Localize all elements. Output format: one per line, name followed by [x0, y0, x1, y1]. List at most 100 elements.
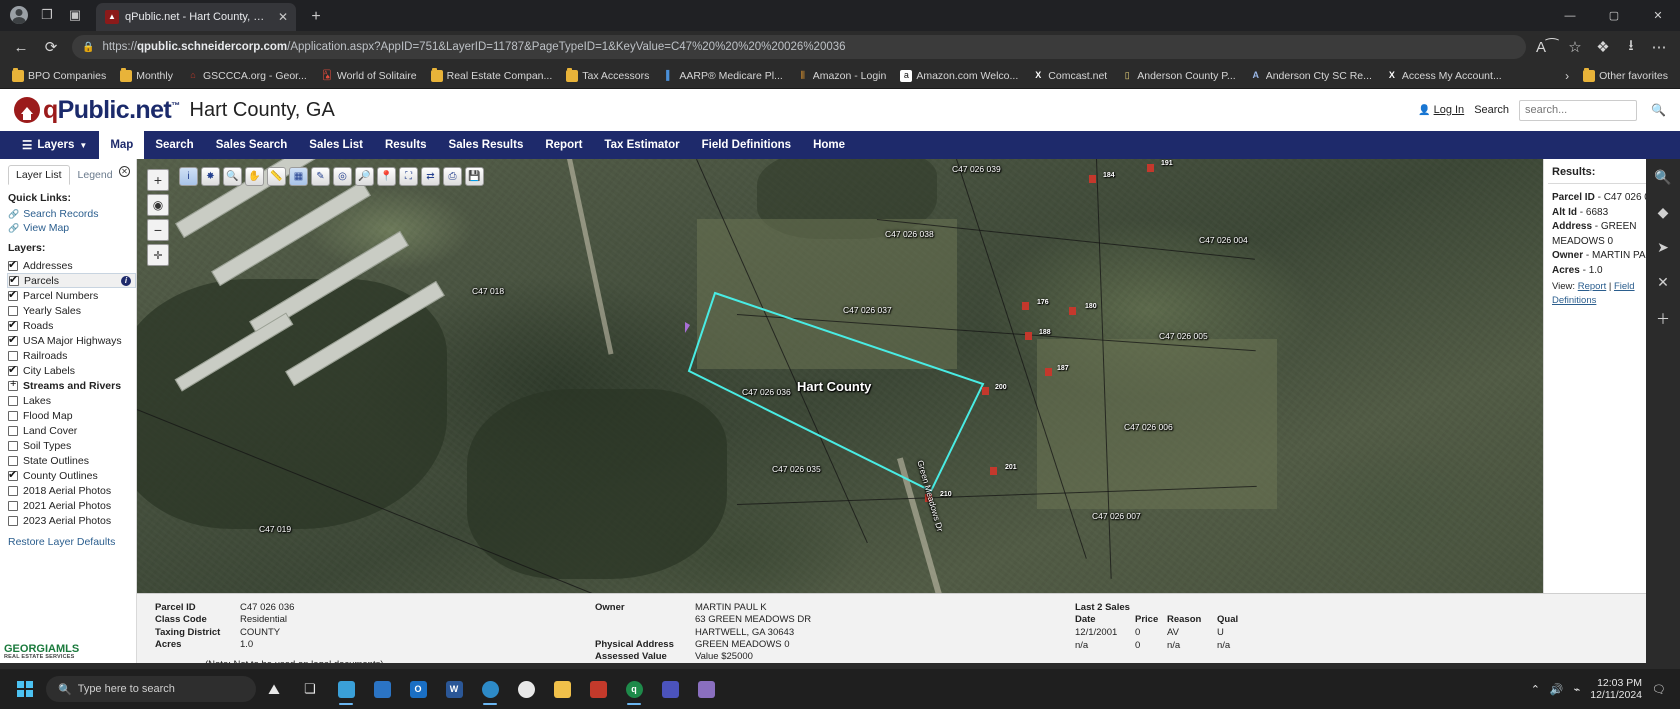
layer-info-icon[interactable]: i	[121, 275, 131, 286]
layer-item[interactable]: Railroads	[8, 348, 136, 363]
layer-checkbox[interactable]	[8, 455, 18, 466]
notifications-icon[interactable]: 🗨	[1652, 683, 1666, 696]
layer-checkbox[interactable]	[8, 395, 18, 406]
reload-icon[interactable]: ⟳	[38, 34, 64, 60]
nav-item-home[interactable]: Home	[802, 131, 856, 159]
sidebar-search-icon[interactable]: 🔍	[1654, 169, 1671, 186]
maximize-button[interactable]: ▢	[1592, 0, 1636, 31]
layer-item[interactable]: Parcels i	[7, 273, 136, 288]
layer-checkbox[interactable]	[8, 258, 18, 271]
bookmark-item[interactable]: ▯ Anderson County P...	[1115, 68, 1241, 84]
add-sidebar-app-icon[interactable]: ＋	[1656, 309, 1670, 329]
read-aloud-icon[interactable]: A⁀	[1534, 34, 1560, 60]
weather-widget[interactable]: ⛰	[257, 672, 291, 706]
layer-checkbox[interactable]	[8, 318, 18, 331]
draw-tool[interactable]: ✎	[311, 167, 330, 186]
layer-item[interactable]: City Labels	[8, 363, 136, 378]
layer-checkbox[interactable]	[8, 288, 18, 301]
nav-item-sales-results[interactable]: Sales Results	[438, 131, 535, 159]
bookmark-item[interactable]: Tax Accessors	[560, 67, 655, 84]
layer-item[interactable]: State Outlines	[8, 453, 136, 468]
select-tool[interactable]: ✸	[201, 167, 220, 186]
network-icon[interactable]: ⌁	[1574, 683, 1581, 696]
layer-checkbox[interactable]	[8, 305, 18, 316]
layer-item[interactable]: 2021 Aerial Photos	[8, 498, 136, 513]
locate-me-button[interactable]: ✛	[147, 244, 169, 266]
search-input[interactable]	[1525, 104, 1632, 116]
bookmark-item[interactable]: ▌ AARP® Medicare Pl...	[657, 68, 788, 84]
copilot-icon[interactable]: ◆	[1658, 204, 1669, 221]
login-link[interactable]: 👤 Log In	[1418, 104, 1464, 116]
layer-item[interactable]: 2023 Aerial Photos	[8, 513, 136, 528]
quick-link-view-map[interactable]: 🔗 View Map	[0, 221, 136, 235]
bookmark-item[interactable]: Monthly	[114, 67, 179, 84]
nav-item-sales-list[interactable]: Sales List	[298, 131, 374, 159]
layer-item[interactable]: Roads	[8, 318, 136, 333]
profile-avatar[interactable]	[6, 2, 32, 28]
qpublic-app-button[interactable]: q	[617, 672, 651, 706]
close-layer-panel-icon[interactable]: ✕	[119, 166, 130, 177]
default-extent-button[interactable]: ◉	[147, 194, 169, 216]
outlook-app-button[interactable]: O	[401, 672, 435, 706]
bookmark-item[interactable]: X Access My Account...	[1380, 68, 1508, 84]
task-view-button[interactable]: ❏	[293, 672, 327, 706]
nav-item-sales-search[interactable]: Sales Search	[205, 131, 299, 159]
volume-icon[interactable]: 🔊	[1550, 683, 1564, 696]
search-tool[interactable]: 🔎	[355, 167, 374, 186]
zoom-in-button[interactable]: +	[147, 169, 169, 191]
adobe-app-button[interactable]	[581, 672, 615, 706]
sidebar-close-icon[interactable]: ✕	[1657, 274, 1669, 291]
chrome-app-button[interactable]	[509, 672, 543, 706]
layer-checkbox[interactable]	[8, 500, 18, 511]
start-button[interactable]	[6, 673, 44, 705]
layer-checkbox[interactable]	[8, 410, 18, 421]
layer-checkbox[interactable]	[8, 363, 18, 376]
tab-actions-icon[interactable]: ▣	[62, 2, 88, 28]
layer-checkbox[interactable]	[9, 273, 19, 286]
other-favorites-button[interactable]: Other favorites	[1577, 67, 1674, 84]
favorite-star-icon[interactable]: ☆	[1562, 34, 1588, 60]
search-icon[interactable]: 🔍	[1651, 103, 1666, 117]
expand-layer-icon[interactable]	[8, 378, 18, 391]
layers-dropdown-button[interactable]: ☰ Layers ▼	[22, 131, 99, 159]
print-tool[interactable]: ⎙	[443, 167, 462, 186]
nav-item-report[interactable]: Report	[534, 131, 593, 159]
layer-item[interactable]: 2018 Aerial Photos	[8, 483, 136, 498]
nav-item-map[interactable]: Map	[99, 131, 145, 159]
layer-checkbox[interactable]	[8, 485, 18, 496]
zoom-out-button[interactable]: −	[147, 219, 169, 241]
tray-expand-icon[interactable]: ⌃	[1531, 683, 1540, 696]
taskbar-search[interactable]: 🔍 Type here to search	[46, 676, 256, 702]
marker-tool[interactable]: 📍	[377, 167, 396, 186]
export-tool[interactable]: ⛶	[399, 167, 418, 186]
save-tool[interactable]: 💾	[465, 167, 484, 186]
nav-item-results[interactable]: Results	[374, 131, 438, 159]
layer-checkbox[interactable]	[8, 333, 18, 346]
more-settings-icon[interactable]: ⋯	[1646, 34, 1672, 60]
bookmark-item[interactable]: a Amazon.com Welco...	[894, 68, 1024, 84]
zoom-in-tool[interactable]: 🔍	[223, 167, 242, 186]
layer-item[interactable]: Land Cover	[8, 423, 136, 438]
layer-item[interactable]: Flood Map	[8, 408, 136, 423]
identify-tool[interactable]: i	[179, 167, 198, 186]
collections-icon[interactable]: ❖	[1590, 34, 1616, 60]
header-search-label[interactable]: Search	[1474, 104, 1509, 116]
layer-checkbox[interactable]	[8, 468, 18, 481]
layer-item[interactable]: Streams and Rivers	[8, 378, 136, 393]
back-icon[interactable]: ←	[8, 34, 34, 60]
bookmarks-overflow-icon[interactable]: ›	[1559, 69, 1575, 83]
layer-item[interactable]: Yearly Sales	[8, 303, 136, 318]
nav-item-field-definitions[interactable]: Field Definitions	[691, 131, 802, 159]
minimize-button[interactable]: —	[1548, 0, 1592, 31]
office-app-button[interactable]	[365, 672, 399, 706]
close-window-button[interactable]: ✕	[1636, 0, 1680, 31]
browser-tab[interactable]: ▲ qPublic.net - Hart County, GA - M ✕	[96, 3, 296, 31]
bookmark-item[interactable]: BPO Companies	[6, 67, 112, 84]
header-search-box[interactable]	[1519, 99, 1638, 121]
photos-app-button[interactable]	[329, 672, 363, 706]
teams-app-button[interactable]	[653, 672, 687, 706]
nav-item-tax-estimator[interactable]: Tax Estimator	[593, 131, 690, 159]
report-link[interactable]: Report	[1578, 281, 1607, 292]
layer-checkbox[interactable]	[8, 425, 18, 436]
new-tab-button[interactable]: +	[306, 8, 326, 26]
